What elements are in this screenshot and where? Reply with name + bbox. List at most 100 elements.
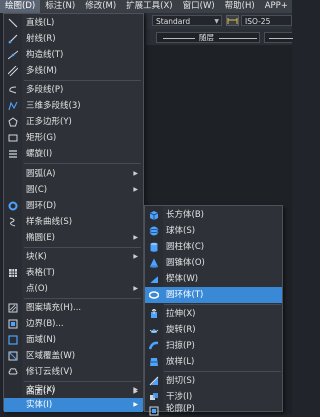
submenu-item-label: 扫掠(P) (166, 341, 195, 351)
submenu-item-revolve[interactable]: 旋转(R) (145, 322, 282, 338)
menu-item-donut[interactable]: 圆环(D) (4, 198, 143, 214)
boundary-icon (8, 319, 18, 329)
submenu-item-wedge[interactable]: 楔体(W) (145, 271, 282, 287)
linetype-preview (163, 38, 195, 39)
menu-item-polygon[interactable]: 正多边形(Y) (4, 114, 143, 130)
menu-separator (24, 298, 141, 299)
menu-item-boundary[interactable]: 边界(B)... (4, 316, 143, 332)
3d-polyline-icon (8, 101, 18, 111)
dim-style-value: ISO-25 (245, 17, 271, 26)
submenu-item-label: 圆锥体(O) (166, 258, 205, 268)
menu-item-label: 块(K) (26, 252, 47, 262)
menu-item-revcloud[interactable]: 修订云线(V) (4, 364, 143, 380)
menu-item-rectangle[interactable]: 矩形(G) (4, 130, 143, 146)
submenu-item-profile[interactable]: 轮廓(P) (145, 404, 282, 416)
menu-item-arc[interactable]: 圆弧(A) ▶ (4, 166, 143, 182)
menu-item-point[interactable]: 点(O) ▶ (4, 281, 143, 297)
menu-item-line[interactable]: 直线(L) (4, 15, 143, 31)
menu-item-3d-polyline[interactable]: 三维多段线(3) (4, 98, 143, 114)
menu-item-ray[interactable]: 射线(R) (4, 31, 143, 47)
menu-window[interactable]: 窗口(W) (178, 0, 220, 13)
menu-item-label: 表格(T) (26, 268, 55, 278)
submenu-item-loft[interactable]: 放样(L) (145, 354, 282, 370)
submenu-arrow-icon: ▶ (133, 186, 138, 193)
ray-icon (8, 34, 18, 44)
menu-item-ellipse[interactable]: 椭圆(E) ▶ (4, 230, 143, 246)
construction-line-icon (8, 50, 18, 60)
submenu-item-label: 圆柱体(C) (166, 242, 205, 252)
menu-separator (24, 247, 141, 248)
submenu-item-sweep[interactable]: 扫掠(P) (145, 338, 282, 354)
submenu-item-torus[interactable]: 圆环体(T) (145, 287, 282, 303)
lineweight-combo[interactable] (264, 32, 293, 43)
menu-item-wipeout[interactable]: 区域覆盖(W) (4, 348, 143, 364)
submenu-arrow-icon: ▶ (133, 401, 138, 408)
submenu-item-extrude[interactable]: 拉伸(X) (145, 306, 282, 322)
style-toolbar: Standard ▼ ISO-25 (146, 13, 292, 29)
table-icon (8, 268, 18, 278)
submenu-item-label: 楔体(W) (166, 274, 199, 284)
text-style-combo[interactable]: Standard ▼ (152, 15, 222, 26)
cylinder-icon (149, 242, 159, 252)
menu-item-multiline[interactable]: 多线(M) (4, 63, 143, 79)
submenu-item-cylinder[interactable]: 圆柱体(C) (145, 239, 282, 255)
menu-item-label: 构造线(T) (26, 50, 64, 60)
sphere-icon (149, 226, 159, 236)
dim-style-combo[interactable]: ISO-25 (241, 15, 292, 26)
menu-item-label: 区域覆盖(W) (26, 351, 76, 361)
menu-item-label: 圆环(D) (26, 201, 57, 211)
cone-icon (149, 258, 159, 268)
submenu-item-label: 球体(S) (166, 226, 196, 236)
menu-item-construction-line[interactable]: 构造线(T) (4, 47, 143, 63)
chevron-down-icon: ▼ (214, 18, 219, 25)
submenu-item-box[interactable]: 长方体(B) (145, 207, 282, 223)
submenu-item-label: 长方体(B) (166, 210, 204, 220)
menu-separator (24, 80, 141, 81)
menu-help[interactable]: 帮助(H) (220, 0, 260, 13)
menu-item-region[interactable]: 面域(N) (4, 332, 143, 348)
layer-toolbar: 随层 (146, 29, 293, 45)
dim-style-icon[interactable] (226, 15, 239, 26)
torus-icon (149, 290, 159, 300)
menu-item-label: 矩形(G) (26, 133, 57, 143)
multiline-icon (8, 66, 18, 76)
menu-item-circle[interactable]: 圆(C) ▶ (4, 182, 143, 198)
donut-icon (8, 201, 18, 211)
submenu-item-label: 放样(L) (166, 357, 195, 367)
submenu-item-label: 剖切(S) (166, 376, 196, 386)
text-style-value: Standard (156, 17, 191, 26)
line-icon (8, 18, 18, 28)
interference-icon (149, 392, 159, 402)
menu-item-polyline[interactable]: 多段线(P) (4, 82, 143, 98)
menu-modify[interactable]: 修改(M) (80, 0, 121, 13)
menu-dimension[interactable]: 标注(N) (40, 0, 80, 13)
submenu-arrow-icon: ▶ (133, 234, 138, 241)
menu-separator (24, 163, 141, 164)
menu-item-helix[interactable]: 螺旋(I) (4, 146, 143, 162)
linetype-combo[interactable]: 随层 (156, 32, 260, 43)
submenu-item-label: 拉伸(X) (166, 309, 196, 319)
region-icon (8, 335, 18, 345)
menu-item-label: 修订云线(V) (26, 367, 73, 377)
submenu-item-slice[interactable]: 剖切(S) (145, 373, 282, 389)
menu-item-spline[interactable]: 样条曲线(S) (4, 214, 143, 230)
menu-item-label: 圆(C) (26, 185, 48, 195)
submenu-item-sphere[interactable]: 球体(S) (145, 223, 282, 239)
menu-app-plus[interactable]: APP+ (260, 0, 293, 13)
menu-draw[interactable]: 绘图(D) (0, 0, 41, 13)
menu-item-table[interactable]: 表格(T) (4, 265, 143, 281)
menu-item-label: 多线(M) (26, 66, 57, 76)
menu-item-label: 直线(L) (26, 18, 55, 28)
menu-extension-tools[interactable]: 扩展工具(X) (121, 0, 177, 13)
revcloud-icon (8, 367, 18, 377)
menu-item-label: 多段线(P) (26, 85, 64, 95)
menu-item-label: 实体(I) (26, 400, 53, 410)
submenu-item-cone[interactable]: 圆锥体(O) (145, 255, 282, 271)
menu-item-block[interactable]: 块(K) ▶ (4, 249, 143, 265)
menu-item-solid[interactable]: 实体(I) ▶ (4, 398, 143, 412)
submenu-item-label: 圆环体(T) (166, 290, 204, 300)
draw-menu: 直线(L) 射线(R) 构造线(T) 多线(M) 多段线(P) 三维多段线(3)… (3, 13, 144, 411)
menu-item-label: 椭圆(E) (26, 233, 56, 243)
menu-item-hatch[interactable]: 图案填充(H)... (4, 300, 143, 316)
submenu-arrow-icon: ▶ (133, 170, 138, 177)
